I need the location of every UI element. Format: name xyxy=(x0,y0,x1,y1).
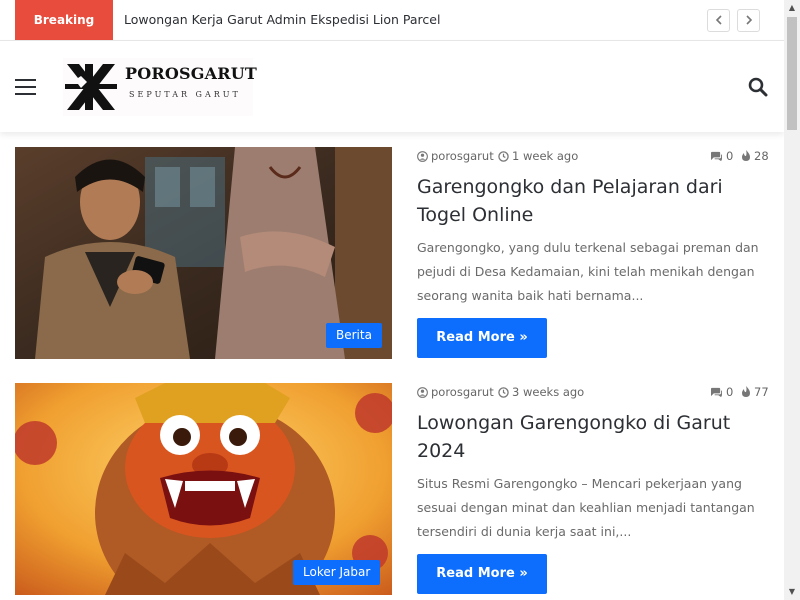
post-card: Loker Jabar porosgarut 3 weeks ago 0 77 … xyxy=(15,383,775,595)
post-thumbnail[interactable]: Loker Jabar xyxy=(15,383,392,595)
user-icon xyxy=(417,387,428,398)
chevron-left-icon xyxy=(715,15,722,25)
breaking-news-bar: Breaking News Lowongan Kerja Garut Admin… xyxy=(0,0,784,67)
page: Breaking News Lowongan Kerja Garut Admin… xyxy=(0,0,784,600)
post-author-name: porosgarut xyxy=(431,149,494,163)
read-more-button[interactable]: Read More » xyxy=(417,318,547,358)
post-title[interactable]: Garengongko dan Pelajaran dari Togel Onl… xyxy=(417,173,777,229)
ticker-prev-button[interactable] xyxy=(707,9,730,32)
post-author-name: porosgarut xyxy=(431,385,494,399)
post-views-count: 77 xyxy=(754,385,769,399)
category-badge[interactable]: Loker Jabar xyxy=(293,560,381,585)
post-excerpt: Garengongko, yang dulu terkenal sebagai … xyxy=(417,240,759,303)
user-icon xyxy=(417,151,428,162)
comments-icon xyxy=(711,387,722,398)
clock-icon xyxy=(498,151,509,162)
logo-subtitle: SEPUTAR GARUT xyxy=(129,90,241,99)
post-card: Berita porosgarut 1 week ago 0 28 Gareng… xyxy=(15,147,775,359)
scroll-down-arrow-icon[interactable]: ▼ xyxy=(784,584,800,600)
site-logo[interactable]: POROSGARUT SEPUTAR GARUT xyxy=(63,58,257,116)
read-more-button[interactable]: Read More » xyxy=(417,554,547,594)
post-excerpt: Situs Resmi Garengongko – Mencari pekerj… xyxy=(417,476,755,539)
ticker-next-button[interactable] xyxy=(737,9,760,32)
vertical-scrollbar[interactable]: ▲ ▼ xyxy=(784,0,800,600)
post-meta: porosgarut 1 week ago 0 28 xyxy=(417,149,769,167)
post-thumbnail[interactable]: Berita xyxy=(15,147,392,359)
post-comments[interactable]: 0 xyxy=(710,385,733,399)
site-header: POROSGARUT SEPUTAR GARUT xyxy=(0,41,784,132)
post-views: 77 xyxy=(741,385,769,399)
hamburger-menu-icon[interactable] xyxy=(15,79,36,95)
post-date-text: 3 weeks ago xyxy=(512,385,585,399)
post-date: 1 week ago xyxy=(498,149,578,163)
post-comments-count: 0 xyxy=(726,385,734,399)
post-author[interactable]: porosgarut xyxy=(417,149,494,163)
post-date: 3 weeks ago xyxy=(498,385,584,399)
post-views: 28 xyxy=(741,149,769,163)
post-comments[interactable]: 0 xyxy=(710,149,733,163)
post-title[interactable]: Lowongan Garengongko di Garut 2024 xyxy=(417,409,777,465)
breaking-news-headline[interactable]: Lowongan Kerja Garut Admin Ekspedisi Lio… xyxy=(124,0,440,40)
chevron-right-icon xyxy=(745,15,752,25)
post-views-count: 28 xyxy=(754,149,769,163)
breaking-news-label: Breaking News xyxy=(15,0,113,67)
fire-icon xyxy=(742,150,750,161)
search-icon[interactable] xyxy=(748,77,768,97)
post-author[interactable]: porosgarut xyxy=(417,385,494,399)
post-meta: porosgarut 3 weeks ago 0 77 xyxy=(417,385,769,403)
scrollbar-thumb[interactable] xyxy=(787,17,797,130)
fire-icon xyxy=(742,386,750,397)
post-comments-count: 0 xyxy=(726,149,734,163)
clock-icon xyxy=(498,387,509,398)
scroll-up-arrow-icon[interactable]: ▲ xyxy=(784,0,800,16)
category-badge[interactable]: Berita xyxy=(326,323,382,348)
post-date-text: 1 week ago xyxy=(512,149,579,163)
logo-mark-icon xyxy=(65,64,117,110)
comments-icon xyxy=(711,151,722,162)
logo-title: POROSGARUT xyxy=(125,64,257,83)
